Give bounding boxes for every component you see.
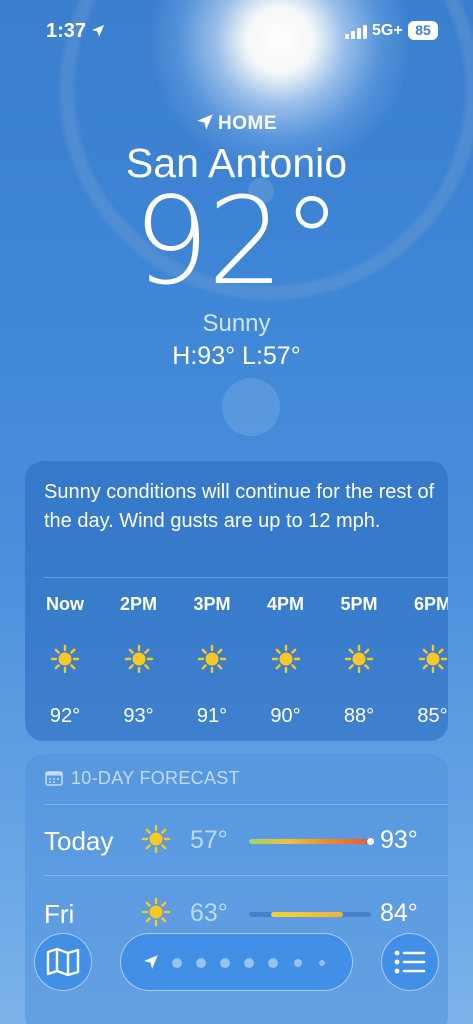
sun-icon	[141, 824, 171, 854]
forecast-day: Fri	[44, 899, 75, 929]
current-temperature: 92°	[133, 173, 342, 312]
forecast-high: 93°	[380, 826, 418, 854]
sun-icon	[141, 897, 171, 927]
page-dot[interactable]	[172, 958, 182, 968]
sun-icon	[35, 644, 95, 679]
network-type: 5G+	[372, 22, 403, 39]
map-icon	[46, 947, 80, 977]
hour-time: 6PM	[413, 594, 448, 614]
signal-icon	[345, 25, 367, 39]
battery-indicator: 85	[408, 21, 438, 40]
hour-time: 3PM	[193, 594, 231, 614]
hour-temperature: 88°	[343, 705, 375, 727]
forecast-title-text: 10-DAY FORECAST	[71, 768, 240, 788]
hour-temperature: 92°	[49, 705, 81, 727]
location-arrow-icon	[197, 114, 213, 130]
status-bar: 1:37 5G+ 85	[0, 0, 473, 62]
forecast-day: Today	[44, 826, 114, 856]
hourly-forecast-card[interactable]: Sunny conditions will continue for the r…	[25, 461, 448, 741]
location-arrow-icon	[92, 25, 104, 37]
map-button[interactable]	[34, 933, 92, 991]
temperature-range-bar	[249, 912, 371, 917]
forecast-low: 63°	[190, 899, 228, 927]
hour-time: 2PM	[119, 594, 157, 614]
current-temp-dot	[367, 838, 374, 845]
high-low: H:93° L:57°	[172, 342, 301, 370]
page-dot[interactable]	[268, 958, 278, 968]
lens-flare	[222, 378, 280, 436]
hourly-strip[interactable]: Now 92° 2PM 93° 3PM 91° 4PM 90° 5PM 88° 6PM 85°	[25, 461, 448, 741]
hour-time: 4PM	[266, 594, 304, 614]
sun-icon	[109, 644, 169, 679]
current-condition: Sunny	[202, 310, 271, 337]
hour-temperature: 85°	[417, 705, 448, 727]
sun-icon	[256, 644, 316, 679]
hour-temperature: 91°	[196, 705, 228, 727]
forecast-high: 84°	[380, 899, 418, 927]
page-dot[interactable]	[196, 958, 206, 968]
forecast-low: 57°	[190, 826, 228, 854]
sun-icon	[403, 644, 449, 679]
calendar-icon	[45, 771, 63, 786]
page-dot[interactable]	[319, 960, 325, 966]
sun-icon	[182, 644, 242, 679]
page-dot[interactable]	[244, 958, 254, 968]
sun-icon	[329, 644, 389, 679]
temperature-range-bar	[249, 838, 374, 845]
hour-time: Now	[46, 594, 84, 614]
list-icon	[394, 950, 426, 974]
forecast-row-today[interactable]: Today 57° 93°	[25, 804, 448, 874]
forecast-title: 10-DAY FORECAST	[45, 768, 240, 789]
hour-temperature: 93°	[123, 705, 154, 727]
location-label: HOME	[0, 113, 473, 135]
page-dot[interactable]	[294, 959, 302, 967]
location-arrow-icon	[144, 955, 158, 969]
locations-list-button[interactable]	[381, 933, 439, 991]
location-label-text: HOME	[218, 113, 277, 134]
hour-temperature: 90°	[270, 705, 301, 727]
status-time: 1:37	[46, 20, 87, 42]
page-indicator[interactable]	[120, 933, 353, 991]
page-dot[interactable]	[220, 958, 230, 968]
temperature-range-fill	[271, 912, 343, 917]
temperature-range-fill	[249, 839, 367, 844]
hour-time: 5PM	[340, 594, 378, 614]
